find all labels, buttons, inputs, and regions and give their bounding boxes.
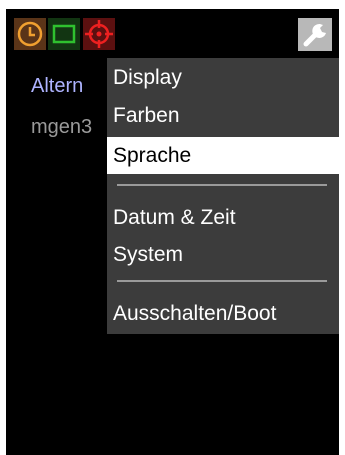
menu-item-sprache[interactable]: Sprache xyxy=(107,137,339,174)
menu-item-display[interactable]: Display xyxy=(107,59,339,96)
menu-item-ausschalten-boot[interactable]: Ausschalten/Boot xyxy=(107,295,339,332)
wrench-icon[interactable] xyxy=(298,18,332,51)
settings-menu: Display Farben Sprache Datum & Zeit Syst… xyxy=(107,58,339,334)
menu-item-farben[interactable]: Farben xyxy=(107,97,339,134)
background-subtitle-text: mgen3 xyxy=(31,116,93,138)
rectangle-icon[interactable] xyxy=(48,18,80,50)
menu-item-datum-zeit[interactable]: Datum & Zeit xyxy=(107,199,339,236)
menu-divider xyxy=(117,280,327,282)
background-title-text: Altern xyxy=(31,75,84,97)
crosshair-icon[interactable] xyxy=(83,18,115,50)
clock-icon[interactable] xyxy=(14,18,46,50)
menu-item-system[interactable]: System xyxy=(107,236,339,273)
menu-divider xyxy=(117,184,327,186)
device-screen: Altern mgen3 Display Farben Sprache Datu… xyxy=(6,9,339,455)
